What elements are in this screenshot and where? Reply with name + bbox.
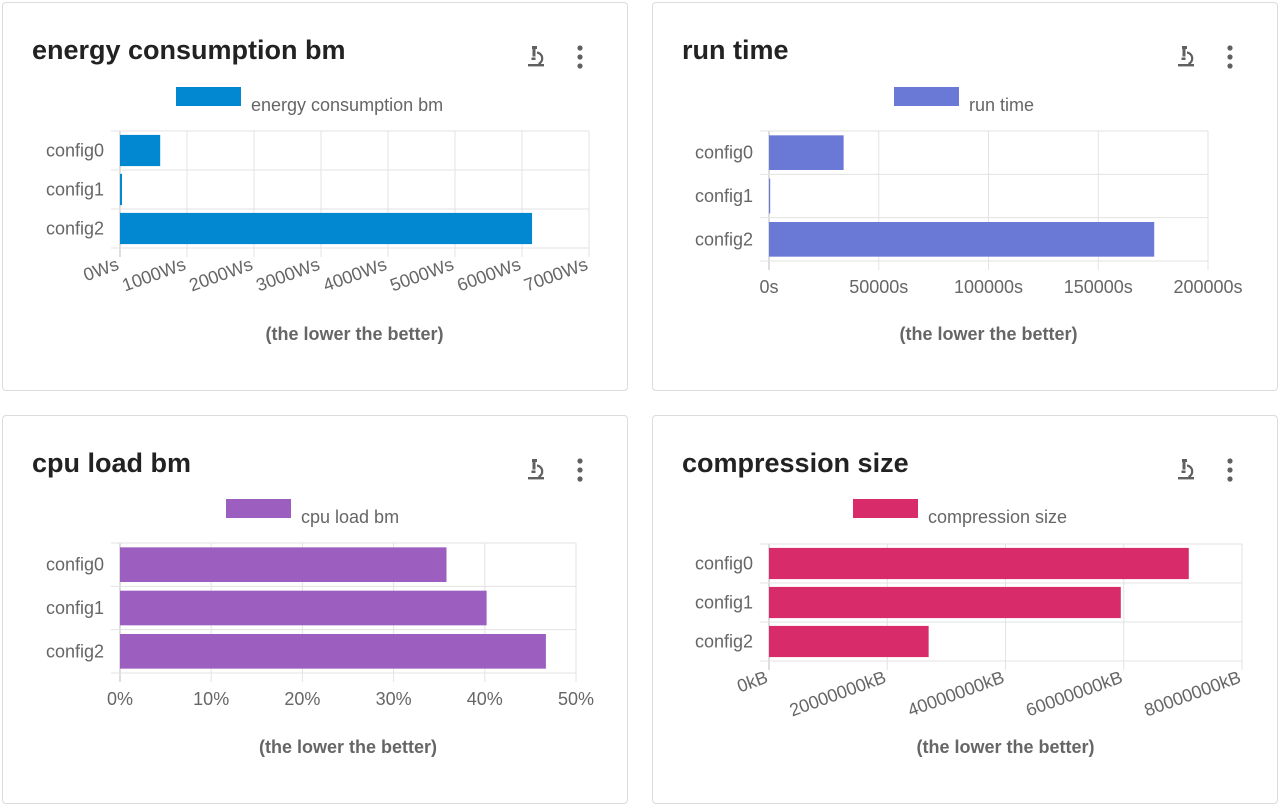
tick-label: 5000Ws [387,254,456,295]
tick-label: 2000Ws [186,254,255,295]
bar-config0 [769,135,844,170]
category-label: config2 [46,641,104,661]
tick-label: 20000000kB [787,667,889,720]
tick-label: 3000Ws [253,254,322,295]
tick-label: 0s [759,277,778,297]
tick-label: 0Ws [81,254,122,285]
bar-config0 [120,547,447,582]
category-label: config2 [695,632,753,652]
tick-label: 30% [376,689,412,709]
chart-card-compression-size: compression size compression size config0… [652,415,1278,804]
category-label: config0 [695,554,753,574]
axis-title: (the lower the better) [259,737,437,757]
category-label: config2 [695,229,753,249]
legend-swatch [226,499,291,518]
category-label: config0 [46,555,104,575]
bar-config1 [120,590,487,626]
bar-config1 [769,586,1121,619]
category-label: config0 [46,141,104,161]
tick-label: 7000Ws [521,254,590,295]
bar-config2 [769,222,1155,257]
tick-label: 6000Ws [454,254,523,295]
chart-card-cpu-load: cpu load bm cpu load bm config0 config1 con… [2,415,628,804]
tick-label: 40000000kB [905,667,1007,720]
legend-swatch [894,87,959,106]
tick-label: 40% [467,689,503,709]
category-label: config1 [46,598,104,618]
run-time-chart: run time config0 config1 config2 0s 50000s 100… [695,87,1243,344]
chart-card-run-time: run time run time config0 config1 config2 0s… [652,2,1278,391]
tick-label: 0% [107,689,133,709]
legend-label: run time [969,95,1034,115]
bar-config1 [120,173,123,206]
legend-label: compression size [928,507,1067,527]
axis-title: (the lower the better) [916,737,1094,757]
tick-label: 200000s [1173,277,1242,297]
tick-label: 0kB [734,667,770,696]
energy-chart: energy consumption bm config0 config1 confi… [46,87,590,344]
legend-label: energy consumption bm [251,95,443,115]
tick-label: 4000Ws [320,254,389,295]
bar-config1 [769,178,771,214]
bar-config2 [769,625,929,658]
legend-label: cpu load bm [301,507,399,527]
category-label: config2 [46,219,104,239]
bar-config2 [120,634,546,669]
tick-label: 20% [284,689,320,709]
tick-label: 80000000kB [1142,667,1244,720]
bar-config2 [120,212,533,245]
chart-card-energy: energy consumption bm energy consumption… [2,2,628,391]
axis-title: (the lower the better) [899,324,1077,344]
category-label: config1 [695,186,753,206]
category-label: config1 [46,180,104,200]
legend-swatch [176,87,241,106]
tick-label: 150000s [1064,277,1133,297]
tick-label: 1000Ws [119,254,188,295]
bar-config0 [769,547,1189,580]
cpu-load-chart: cpu load bm config0 config1 config2 0% 10% 20%… [46,499,594,757]
category-label: config1 [695,593,753,613]
tick-label: 60000000kB [1023,667,1125,720]
bar-config0 [120,134,161,167]
compression-size-chart: compression size config0 config1 config2 0kB… [695,499,1244,757]
tick-label: 50000s [849,277,908,297]
tick-label: 50% [558,689,594,709]
tick-label: 100000s [954,277,1023,297]
legend-swatch [853,499,918,518]
category-label: config0 [695,143,753,163]
axis-title: (the lower the better) [265,324,443,344]
tick-label: 10% [193,689,229,709]
